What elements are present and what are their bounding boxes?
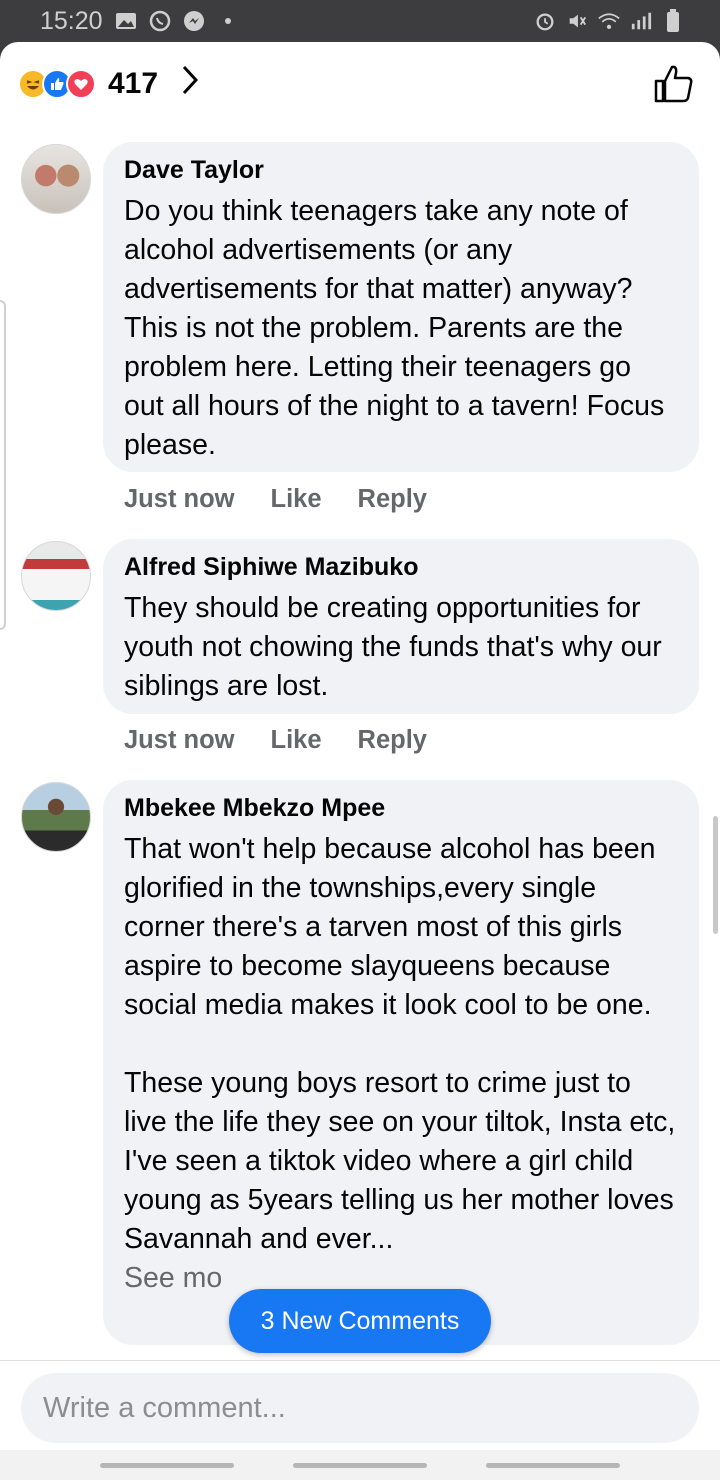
comment-actions: Just now Like Reply — [124, 485, 427, 514]
reaction-count: 417 — [108, 67, 159, 100]
recents-nav-button[interactable] — [99, 1462, 234, 1468]
whatsapp-icon — [149, 10, 171, 32]
comment-time: Just now — [124, 485, 235, 513]
comments-sheet: 417 Dave Taylor Do you think teenagers t… — [0, 42, 720, 1480]
comment-bubble[interactable]: Dave Taylor Do you think teenagers take … — [103, 142, 699, 472]
dot-icon — [217, 10, 239, 32]
image-icon — [115, 10, 137, 32]
scrollbar[interactable] — [713, 816, 718, 934]
chevron-right-icon[interactable] — [180, 64, 200, 105]
comment-text: They should be creating opportunities fo… — [124, 592, 670, 702]
comment-author[interactable]: Mbekee Mbekzo Mpee — [124, 794, 677, 822]
comment-text: Do you think teenagers take any note of … — [124, 195, 673, 461]
comment-author[interactable]: Dave Taylor — [124, 156, 677, 184]
mute-icon — [566, 10, 588, 32]
love-reaction-icon — [66, 69, 96, 99]
avatar[interactable] — [21, 541, 91, 611]
signal-icon — [630, 10, 652, 32]
avatar[interactable] — [21, 782, 91, 852]
sheet-header: 417 — [0, 42, 720, 126]
battery-icon — [662, 9, 684, 32]
comment-composer — [0, 1360, 720, 1450]
wifi-icon — [598, 10, 620, 32]
home-nav-button[interactable] — [292, 1462, 427, 1468]
messenger-icon — [183, 10, 205, 32]
comment-bubble[interactable]: Alfred Siphiwe Mazibuko They should be c… — [103, 539, 699, 714]
back-nav-button[interactable] — [486, 1462, 621, 1468]
avatar[interactable] — [21, 144, 91, 214]
like-outline-icon[interactable] — [652, 62, 696, 106]
reply-button[interactable]: Reply — [358, 485, 427, 514]
comment-text: That won't help because alcohol has been… — [124, 833, 676, 1255]
alarm-icon — [534, 10, 556, 32]
comment-actions: Just now Like Reply — [124, 726, 427, 755]
like-button[interactable]: Like — [271, 726, 322, 755]
like-button[interactable]: Like — [271, 485, 322, 514]
comment-bubble[interactable]: Mbekee Mbekzo Mpee That won't help becau… — [103, 780, 699, 1345]
system-nav-bar — [0, 1450, 720, 1480]
status-bar: 15:20 — [0, 0, 720, 42]
status-time: 15:20 — [40, 6, 103, 35]
comment-author[interactable]: Alfred Siphiwe Mazibuko — [124, 553, 677, 581]
reactions-summary[interactable]: 417 — [18, 64, 200, 105]
new-comments-button[interactable]: 3 New Comments — [229, 1289, 491, 1353]
reply-button[interactable]: Reply — [358, 726, 427, 755]
comment-time: Just now — [124, 726, 235, 754]
comment-input[interactable] — [21, 1373, 699, 1443]
left-scroll-indicator — [0, 300, 6, 630]
